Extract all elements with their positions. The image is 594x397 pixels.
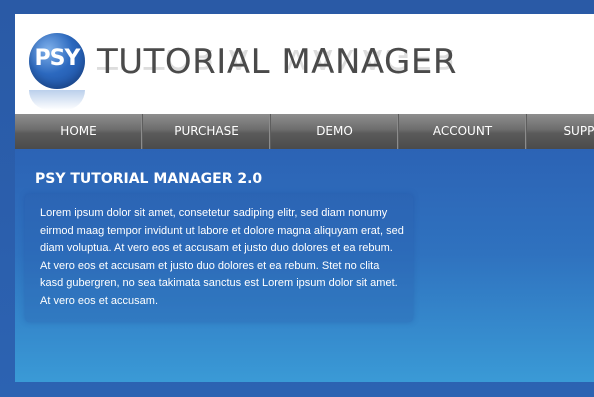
nav-account[interactable]: ACCOUNT bbox=[399, 114, 527, 149]
page-title: PSY TUTORIAL MANAGER 2.0 bbox=[35, 171, 263, 187]
main-navigation: HOME PURCHASE DEMO ACCOUNT SUPPORT bbox=[15, 114, 594, 149]
nav-purchase[interactable]: PURCHASE bbox=[143, 114, 271, 149]
psy-logo-icon[interactable]: PSY bbox=[29, 33, 85, 89]
nav-support[interactable]: SUPPORT bbox=[527, 114, 594, 149]
body-text: Lorem ipsum dolor sit amet, consetetur s… bbox=[40, 207, 404, 307]
nav-demo[interactable]: DEMO bbox=[271, 114, 399, 149]
logo-text: PSY bbox=[34, 46, 81, 71]
site-brand-reflection: TUTORIAL MANAGER bbox=[97, 50, 457, 76]
nav-home[interactable]: HOME bbox=[15, 114, 143, 149]
site-header: PSY TUTORIAL MANAGER TUTORIAL MANAGER bbox=[15, 14, 594, 114]
logo-reflection bbox=[29, 90, 85, 110]
site-frame: PSY TUTORIAL MANAGER TUTORIAL MANAGER HO… bbox=[15, 14, 594, 382]
main-content: PSY TUTORIAL MANAGER 2.0 Lorem ipsum dol… bbox=[15, 149, 594, 382]
